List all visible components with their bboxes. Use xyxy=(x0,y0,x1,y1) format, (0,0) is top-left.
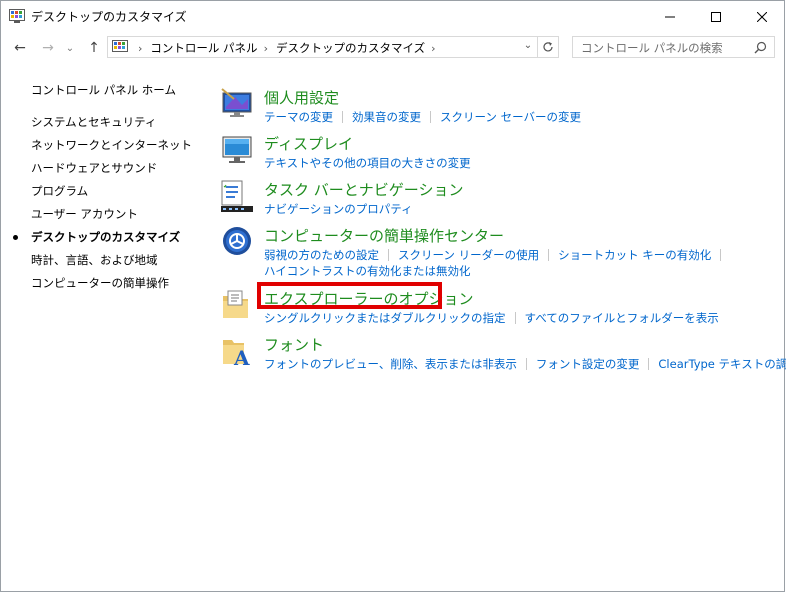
category-links-personalization: テーマの変更 効果音の変更 スクリーン セーバーの変更 xyxy=(264,109,581,125)
category-links-fonts: フォントのプレビュー、削除、表示または非表示 フォント設定の変更 ClearType… xyxy=(264,356,786,372)
sidebar-item-clock-language-region[interactable]: 時計、言語、および地域 xyxy=(31,252,158,268)
breadcrumb-separator-icon[interactable]: › xyxy=(138,42,142,55)
link-enable-shortcut-keys[interactable]: ショートカット キーの有効化 xyxy=(558,248,711,262)
category-links-ease-of-access-center: 弱視の方のための設定 スクリーン リーダーの使用 ショートカット キーの有効化 ハイ… xyxy=(264,247,730,279)
link-change-theme[interactable]: テーマの変更 xyxy=(264,110,333,124)
sidebar-item-ease-of-access[interactable]: コンピューターの簡単操作 xyxy=(31,275,169,291)
navigation-bar: ← → ⌄ ↑ › コントロール パネル › デスクトップのカスタマイズ › ⌄… xyxy=(1,34,784,62)
sidebar-item-hardware-sound[interactable]: ハードウェアとサウンド xyxy=(31,160,157,176)
category-links-explorer-options: シングルクリックまたはダブルクリックの指定 すべてのファイルとフォルダーを表示 xyxy=(264,310,719,326)
control-panel-window: デスクトップのカスタマイズ ← → ⌄ ↑ › コントロール パネル › デスク… xyxy=(0,0,786,592)
search-icon[interactable] xyxy=(754,41,767,54)
taskbar-icon[interactable] xyxy=(220,179,254,213)
link-single-double-click[interactable]: シングルクリックまたはダブルクリックの指定 xyxy=(264,311,506,325)
sidebar-item-user-accounts[interactable]: ユーザー アカウント xyxy=(31,206,138,222)
category-title-display[interactable]: ディスプレイ xyxy=(264,133,353,154)
link-change-screensaver[interactable]: スクリーン セーバーの変更 xyxy=(440,110,581,124)
sidebar-item-system-security[interactable]: システムとセキュリティ xyxy=(31,114,156,130)
link-separator xyxy=(430,111,431,123)
sidebar-item-network-internet[interactable]: ネットワークとインターネット xyxy=(31,137,192,153)
category-title-fonts[interactable]: フォント xyxy=(264,334,324,355)
link-separator xyxy=(720,249,722,261)
address-bar[interactable]: › コントロール パネル › デスクトップのカスタマイズ › ⌄ xyxy=(107,36,559,58)
link-cleartype[interactable]: ClearType テキストの調整 xyxy=(658,357,786,371)
sidebar-item-desktop-customization[interactable]: デスクトップのカスタマイズ xyxy=(31,229,180,245)
sidebar-item-programs[interactable]: プログラム xyxy=(31,183,88,199)
category-links-display: テキストやその他の項目の大きさの変更 xyxy=(264,155,471,171)
control-panel-app-icon xyxy=(9,9,25,23)
link-separator xyxy=(514,312,516,324)
back-arrow-icon: ← xyxy=(14,40,26,56)
minimize-button[interactable] xyxy=(647,1,693,32)
link-separator xyxy=(648,358,650,370)
svg-text:A: A xyxy=(233,346,250,368)
link-low-vision-settings[interactable]: 弱視の方のための設定 xyxy=(264,248,379,262)
link-font-settings[interactable]: フォント設定の変更 xyxy=(536,357,640,371)
close-button[interactable] xyxy=(739,1,785,32)
current-item-bullet-icon xyxy=(13,235,18,240)
maximize-button[interactable] xyxy=(693,1,739,32)
chevron-down-icon: ⌄ xyxy=(65,42,75,54)
category-title-ease-of-access-center[interactable]: コンピューターの簡単操作センター xyxy=(264,225,504,246)
category-title-taskbar-navigation[interactable]: タスク バーとナビゲーション xyxy=(264,179,463,200)
ease-of-access-icon[interactable] xyxy=(220,225,254,259)
category-title-personalization[interactable]: 個人用設定 xyxy=(264,87,339,108)
link-use-screen-reader[interactable]: スクリーン リーダーの使用 xyxy=(398,248,539,262)
maximize-icon xyxy=(711,11,721,22)
link-preview-delete-fonts[interactable]: フォントのプレビュー、削除、表示または非表示 xyxy=(264,357,517,371)
sidebar-item-control-panel-home[interactable]: コントロール パネル ホーム xyxy=(31,82,176,98)
title-bar[interactable]: デスクトップのカスタマイズ xyxy=(1,1,784,32)
link-text-size[interactable]: テキストやその他の項目の大きさの変更 xyxy=(264,156,471,170)
personalization-icon[interactable] xyxy=(220,87,254,121)
folder-options-icon[interactable] xyxy=(220,288,254,322)
link-high-contrast[interactable]: ハイコントラストの有効化または無効化 xyxy=(264,264,471,278)
address-dropdown-icon[interactable]: ⌄ xyxy=(520,40,536,54)
breadcrumb-separator-icon[interactable]: › xyxy=(264,42,268,55)
link-separator xyxy=(388,249,389,261)
up-button[interactable]: ↑ xyxy=(83,38,105,58)
control-panel-small-icon xyxy=(112,40,128,54)
link-change-sounds[interactable]: 効果音の変更 xyxy=(352,110,421,124)
forward-arrow-icon: → xyxy=(42,40,54,56)
breadcrumb: › コントロール パネル › デスクトップのカスタマイズ › xyxy=(132,40,444,56)
window-title: デスクトップのカスタマイズ xyxy=(31,10,187,24)
search-placeholder: コントロール パネルの検索 xyxy=(581,41,723,55)
up-arrow-icon: ↑ xyxy=(88,40,100,56)
recent-locations-button[interactable]: ⌄ xyxy=(63,38,77,58)
link-separator xyxy=(525,358,527,370)
link-separator xyxy=(342,111,343,123)
refresh-button[interactable] xyxy=(537,37,558,57)
breadcrumb-desktop-customization[interactable]: デスクトップのカスタマイズ xyxy=(276,40,425,56)
minimize-icon xyxy=(665,16,675,17)
close-icon xyxy=(757,11,767,22)
back-button[interactable]: ← xyxy=(9,38,31,58)
fonts-icon[interactable]: A xyxy=(220,334,254,370)
breadcrumb-separator-icon[interactable]: › xyxy=(431,42,435,55)
link-show-all-files[interactable]: すべてのファイルとフォルダーを表示 xyxy=(525,311,719,325)
category-links-taskbar-navigation: ナビゲーションのプロパティ xyxy=(264,201,413,217)
search-box[interactable]: コントロール パネルの検索 xyxy=(572,36,775,58)
highlight-box xyxy=(257,282,442,309)
breadcrumb-control-panel[interactable]: コントロール パネル xyxy=(150,40,257,56)
link-separator xyxy=(548,249,550,261)
display-icon[interactable] xyxy=(220,133,254,167)
refresh-icon xyxy=(543,42,553,52)
link-navigation-properties[interactable]: ナビゲーションのプロパティ xyxy=(264,202,413,216)
forward-button[interactable]: → xyxy=(37,38,59,58)
